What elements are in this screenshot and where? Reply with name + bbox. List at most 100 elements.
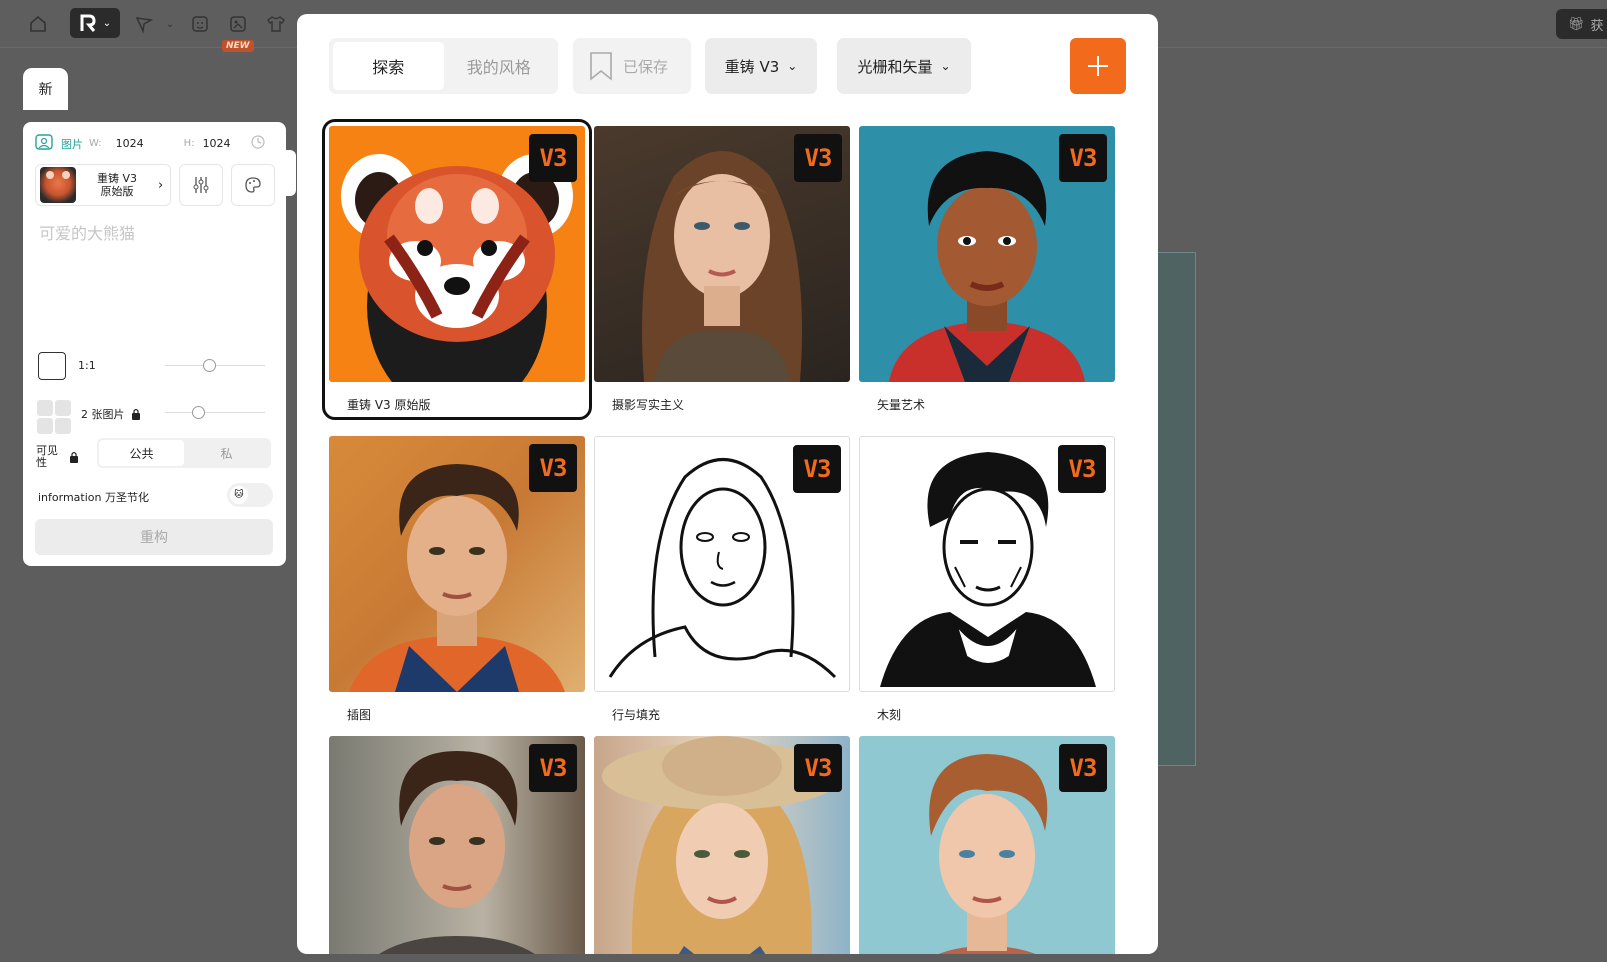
palette-button[interactable] (231, 164, 275, 206)
v3-badge: V3 (529, 444, 577, 492)
visibility-toggle: 公共 私 (97, 438, 271, 468)
model-name: 重铸 V3 原始版 (82, 172, 152, 198)
v3-badge: V3 (1059, 744, 1107, 792)
image-edit-tool-icon[interactable] (226, 12, 250, 36)
type-dropdown[interactable]: 光栅和矢量 ⌄ (837, 38, 971, 94)
style-thumbnail-man-jacket: V3 (329, 736, 585, 954)
height-label: H: (183, 138, 195, 149)
brand-menu-button[interactable]: ⌄ (70, 8, 120, 38)
style-card[interactable]: V3 木刻 (859, 436, 1115, 723)
model-select-button[interactable]: 重铸 V3 原始版 › (35, 164, 171, 206)
sliders-icon (193, 177, 209, 193)
v3-badge: V3 (794, 134, 842, 182)
style-name: 木刻 (877, 708, 902, 722)
v3-badge: V3 (529, 744, 577, 792)
style-card[interactable]: V3 (594, 736, 850, 954)
size-row: 图片 W: 1024 H: 1024 (35, 134, 265, 153)
new-badge: NEW (222, 40, 254, 52)
select-tool-icon[interactable] (132, 12, 156, 36)
aspect-ratio-icon[interactable] (38, 352, 66, 380)
style-name: 重铸 V3 原始版 (347, 398, 431, 412)
style-thumbnail-line-woman: V3 (594, 436, 850, 692)
model-dropdown[interactable]: 重铸 V3 ⌄ (705, 38, 817, 94)
style-name: 插图 (347, 708, 372, 722)
width-input[interactable]: 1024 (116, 137, 144, 150)
chevron-right-icon: › (158, 177, 164, 193)
image-count-slider-knob[interactable] (192, 406, 205, 419)
style-thumbnail-illustration-man: V3 (329, 436, 585, 692)
image-icon (35, 134, 53, 153)
bookmark-icon (590, 52, 612, 81)
style-thumbnail-man-teal: V3 (859, 736, 1115, 954)
saved-button[interactable]: 已保存 (573, 38, 691, 94)
home-icon[interactable] (26, 12, 50, 36)
style-thumbnail-photo-woman: V3 (594, 126, 850, 382)
style-picker-modal: 探索 我的风格 已保存 重铸 V3 ⌄ 光栅和矢量 ⌄ V3 重铸 V3 原始版… (297, 14, 1158, 954)
tab-my-styles[interactable]: 我的风格 (444, 42, 555, 90)
shirt-tool-icon[interactable] (264, 12, 288, 36)
saved-label: 已保存 (623, 57, 669, 76)
style-name: 行与填充 (612, 708, 661, 722)
style-card[interactable]: V3 行与填充 (594, 436, 850, 723)
visibility-public-option[interactable]: 公共 (99, 440, 184, 466)
type-dropdown-label: 光栅和矢量 (857, 57, 933, 76)
width-label: W: (89, 138, 102, 149)
logo-icon (80, 14, 96, 32)
style-card[interactable]: V3 矢量艺术 (859, 126, 1115, 413)
visibility-private-option[interactable]: 私 (184, 440, 269, 466)
v3-badge: V3 (1059, 134, 1107, 182)
style-name: 矢量艺术 (877, 398, 926, 412)
chevron-down-icon: ⌄ (787, 59, 798, 73)
style-card[interactable]: V3 (329, 736, 585, 954)
style-thumbnail-woodcut-man: V3 (859, 436, 1115, 692)
add-style-button[interactable] (1070, 38, 1126, 94)
style-card[interactable]: V3 (859, 736, 1115, 954)
chevron-down-icon: ⌄ (940, 59, 951, 73)
image-count-slider-track[interactable] (165, 412, 265, 413)
panel-handle[interactable] (286, 150, 296, 196)
style-thumbnail-vector-man: V3 (859, 126, 1115, 382)
style-card[interactable]: V3 摄影写实主义 (594, 126, 850, 413)
image-count-label: 2 张图片 (81, 408, 125, 421)
visibility-label: 可见 性 (36, 445, 58, 469)
visibility-label-line2: 性 (36, 456, 47, 469)
v3-badge: V3 (1058, 445, 1106, 493)
style-card[interactable]: V3 插图 (329, 436, 585, 723)
lock-icon (69, 448, 79, 467)
height-input[interactable]: 1024 (203, 137, 231, 150)
model-thumbnail (40, 167, 76, 203)
plus-icon (1088, 56, 1108, 76)
chevron-down-icon: ⌄ (102, 17, 112, 29)
reforge-button[interactable]: 重构 (35, 519, 273, 555)
halloween-toggle[interactable]: 🐱︎ (227, 483, 273, 507)
v3-badge: V3 (794, 744, 842, 792)
style-thumbnail-red-panda: V3 (329, 126, 585, 382)
gift-icon: 🎁︎ (1568, 16, 1585, 32)
chevron-down-icon[interactable]: ⌄ (158, 12, 182, 36)
clock-icon[interactable] (250, 135, 265, 152)
settings-sliders-button[interactable] (179, 164, 223, 206)
pumpkin-icon: 🐱︎ (230, 486, 248, 504)
palette-icon (245, 177, 261, 193)
face-tool-icon[interactable] (188, 12, 212, 36)
aspect-ratio-value: 1:1 (78, 359, 96, 372)
model-name-line2: 原始版 (100, 185, 134, 198)
tab-explore[interactable]: 探索 (333, 42, 444, 90)
gift-label: 获 (1590, 18, 1604, 34)
model-name-line1: 重铸 V3 (96, 172, 138, 185)
v3-badge: V3 (529, 134, 577, 182)
style-thumbnail-woman-hat: V3 (594, 736, 850, 954)
aspect-ratio-slider-knob[interactable] (203, 359, 216, 372)
lock-icon (131, 405, 141, 424)
style-tabs: 探索 我的风格 (329, 38, 558, 94)
gift-button[interactable]: 🎁︎ 获 (1556, 9, 1607, 39)
v3-badge: V3 (793, 445, 841, 493)
prompt-input[interactable]: 可爱的大熊猫 (39, 220, 135, 244)
halloween-label: information 万圣节化 (38, 491, 149, 504)
model-dropdown-label: 重铸 V3 (724, 57, 780, 76)
style-card[interactable]: V3 重铸 V3 原始版 (322, 119, 592, 420)
generation-panel: 图片 W: 1024 H: 1024 重铸 V3 原始版 › 可爱的大熊猫 1:… (23, 122, 286, 566)
image-mode-label[interactable]: 图片 (61, 136, 83, 152)
new-tab[interactable]: 新 (23, 68, 68, 110)
style-name: 摄影写实主义 (612, 398, 685, 412)
